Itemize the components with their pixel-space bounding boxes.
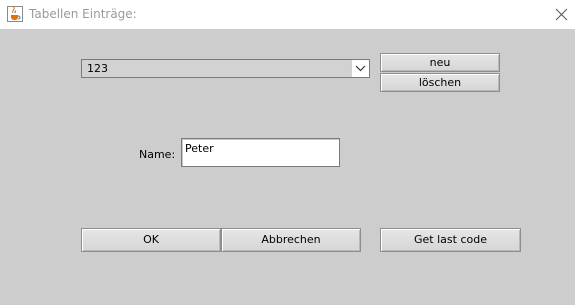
- delete-button[interactable]: löschen: [380, 73, 500, 92]
- title-bar[interactable]: Tabellen Einträge:: [0, 0, 575, 29]
- cancel-button[interactable]: Abbrechen: [221, 228, 361, 252]
- dialog-content: 123 neu löschen Name: Peter OK Abbrechen…: [0, 29, 575, 305]
- close-button[interactable]: [548, 0, 575, 29]
- java-cup-icon: [7, 6, 23, 22]
- window-title: Tabellen Einträge:: [29, 7, 137, 21]
- entry-combobox[interactable]: 123: [81, 59, 370, 78]
- name-field[interactable]: Peter: [181, 138, 340, 167]
- name-label: Name:: [139, 148, 176, 161]
- new-button[interactable]: neu: [380, 53, 500, 72]
- get-last-code-button[interactable]: Get last code: [380, 228, 521, 252]
- dialog-window: Tabellen Einträge: 123 neu löschen Name:…: [0, 0, 575, 305]
- ok-button[interactable]: OK: [81, 228, 221, 252]
- combobox-arrow-button[interactable]: [351, 60, 369, 77]
- combobox-selected-value: 123: [87, 62, 108, 75]
- chevron-down-icon: [355, 65, 366, 72]
- close-icon: [555, 8, 568, 21]
